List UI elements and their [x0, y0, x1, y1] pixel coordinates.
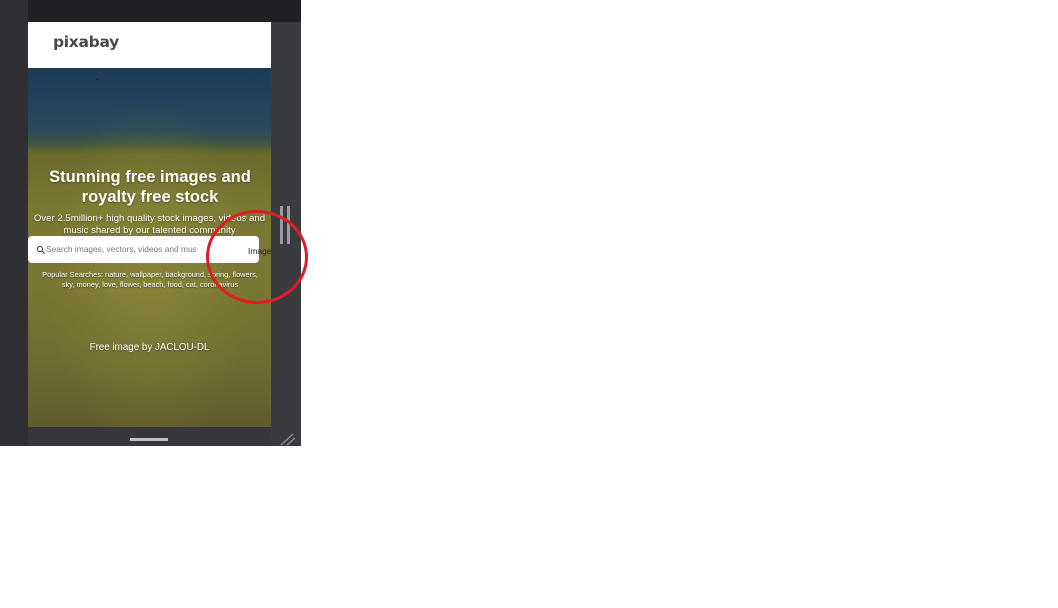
home-indicator[interactable] [130, 438, 168, 441]
resize-corner-icon[interactable] [280, 432, 296, 446]
image-credit[interactable]: Free image by JACLOU-DL [28, 342, 271, 353]
site-header: pixabay [28, 22, 271, 68]
hero-title: Stunning free images and royalty free st… [34, 167, 266, 207]
search-input[interactable] [46, 240, 196, 258]
hero-title-line-2: royalty free stock [81, 188, 219, 206]
annotation-circle [206, 210, 308, 304]
screenshot-stage: pixabay Stunning free images and royalty… [0, 0, 1058, 608]
search-icon [36, 245, 46, 255]
device-bottom-bar [28, 427, 271, 446]
pixabay-logo[interactable]: pixabay [53, 33, 119, 51]
hero-title-line-1: Stunning free images and [49, 168, 251, 186]
emulator-top-bar [28, 0, 301, 22]
bird-speck [96, 78, 99, 80]
